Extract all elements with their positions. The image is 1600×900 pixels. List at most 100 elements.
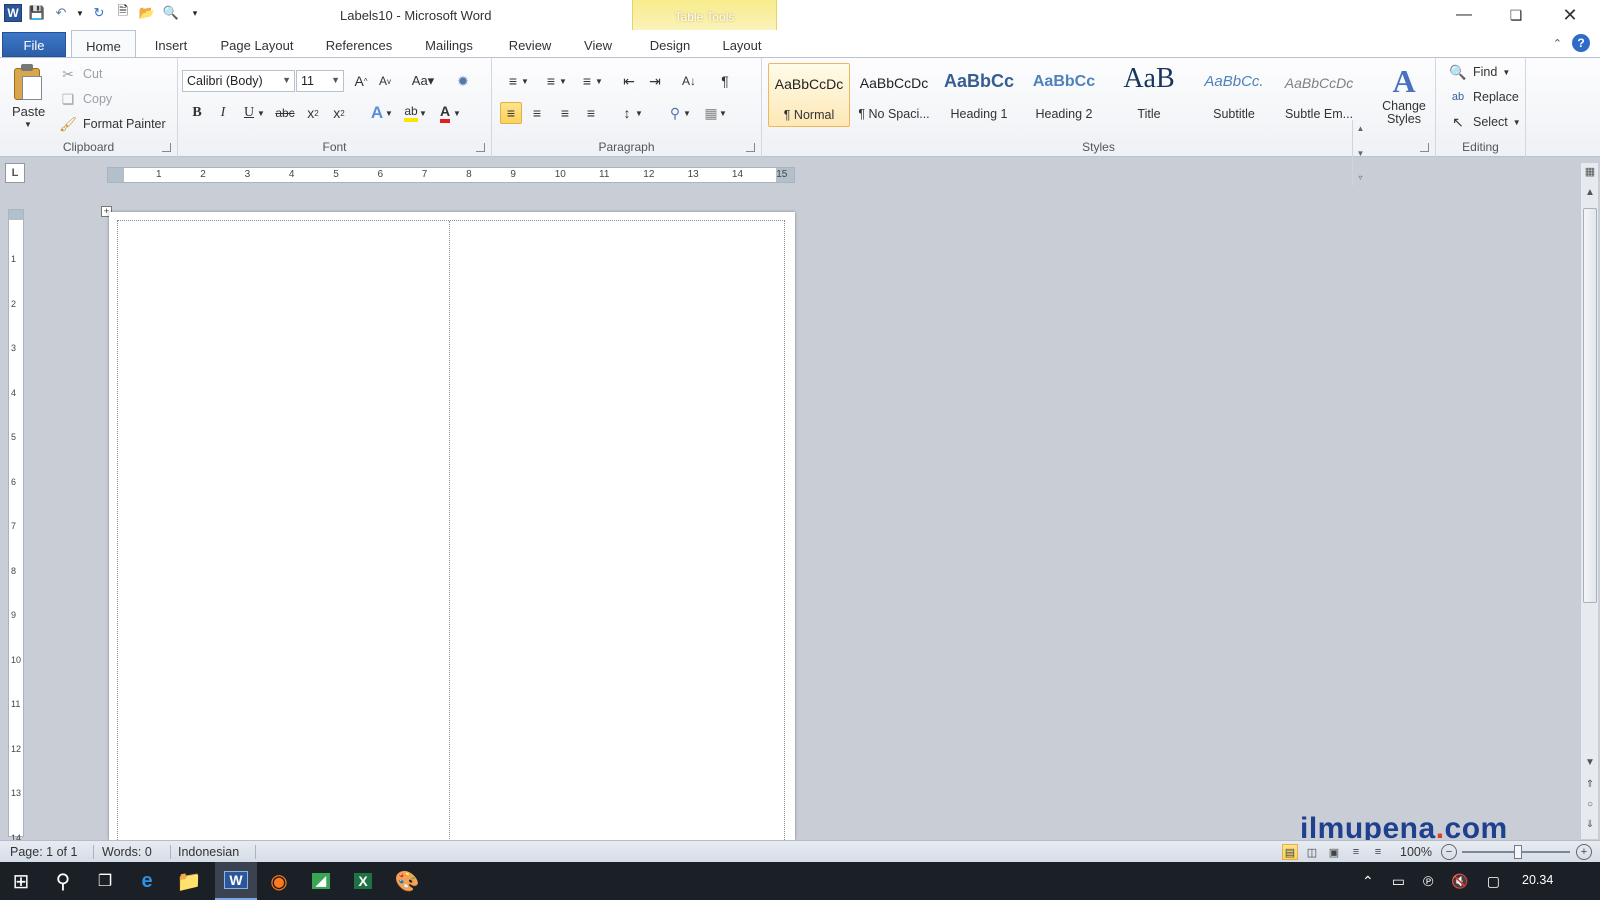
minimize-ribbon-icon[interactable]: ⌃ [1553,37,1562,50]
style-gallery-scroll[interactable]: ▲ ▼ ▿ [1352,120,1368,186]
numbering-dropdown-icon[interactable]: ▼ [558,70,568,92]
text-effects-dropdown-icon[interactable]: ▼ [384,102,394,124]
minimize-button[interactable]: — [1438,0,1490,30]
clipboard-launcher-icon[interactable] [162,143,171,152]
vertical-ruler[interactable]: 1 2 3 4 5 6 7 8 9 10 11 12 13 14 [8,209,24,843]
select-browse-object-icon[interactable]: ○ [1583,799,1597,813]
tab-mailings[interactable]: Mailings [418,35,480,57]
cut-button[interactable]: ✂ Cut [58,64,102,84]
undo-icon[interactable]: ↶ [52,4,70,22]
change-case-icon[interactable]: Aa▾ [408,70,438,92]
restore-button[interactable]: ❏ [1490,0,1542,30]
network-icon[interactable]: ℗ [1423,873,1433,889]
horizontal-ruler[interactable]: 1 2 3 4 5 6 7 8 9 10 11 12 13 14 15 [107,167,795,183]
next-page-icon[interactable]: ⇓ [1583,819,1597,833]
change-styles-button[interactable]: A Change Styles [1376,64,1432,126]
decrease-indent-icon[interactable]: ⇤ [618,70,640,92]
replace-button[interactable]: ab Replace [1448,87,1519,107]
grow-font-icon[interactable]: A ^ [350,70,372,92]
save-icon[interactable]: 💾 [28,4,46,22]
increase-indent-icon[interactable]: ⇥ [644,70,666,92]
superscript-icon[interactable]: x2 [328,102,350,124]
full-screen-reading-icon[interactable]: ◫ [1304,844,1320,860]
italic-icon[interactable]: I [212,102,234,124]
format-painter-button[interactable]: 🖌 Format Painter [58,114,166,134]
tab-review[interactable]: Review [504,35,556,57]
edge-browser-icon[interactable]: e [126,862,168,900]
scroll-up-icon[interactable]: ▲ [1357,124,1365,133]
open-folder-icon[interactable]: 📂 [138,4,156,22]
find-button[interactable]: 🔍 Find ▼ [1448,62,1510,82]
zoom-level[interactable]: 100% [1400,845,1432,859]
zoom-in-icon[interactable]: + [1576,844,1592,860]
multilevel-dropdown-icon[interactable]: ▼ [594,70,604,92]
justify-icon[interactable]: ≡ [580,102,602,124]
show-formatting-icon[interactable]: ¶ [714,70,736,92]
windows-start-icon[interactable]: ⊞ [0,862,42,900]
publisher-icon[interactable]: ◢ [300,862,342,900]
tab-layout[interactable]: Layout [716,35,768,57]
tab-page-layout[interactable]: Page Layout [214,35,300,57]
customize-qat-icon[interactable]: ▾ [186,4,204,22]
sort-icon[interactable]: A↓ [678,70,700,92]
tab-insert[interactable]: Insert [148,35,194,57]
print-layout-icon[interactable]: ▤ [1282,844,1298,860]
paste-dropdown-icon[interactable]: ▼ [24,120,32,129]
underline-dropdown-icon[interactable]: ▼ [256,102,266,124]
paragraph-launcher-icon[interactable] [746,143,755,152]
firefox-icon[interactable]: ◉ [258,862,300,900]
show-hidden-icons-icon[interactable]: ⌃ [1362,873,1374,890]
style-normal[interactable]: AaBbCcDc ¶ Normal [768,63,850,127]
task-view-icon[interactable]: ❐ [84,862,126,900]
web-layout-icon[interactable]: ▣ [1326,844,1342,860]
style-title[interactable]: AaB Title [1108,63,1190,127]
word-taskbar-icon[interactable]: W [215,862,257,900]
outline-view-icon[interactable]: ≡ [1348,844,1364,860]
file-explorer-icon[interactable]: 📁 [168,862,210,900]
bullets-dropdown-icon[interactable]: ▼ [520,70,530,92]
shading-dropdown-icon[interactable]: ▼ [682,102,692,124]
word-count[interactable]: Words: 0 [102,845,152,859]
strikethrough-icon[interactable]: abc [274,102,296,124]
tab-selector-icon[interactable]: L [5,163,25,183]
style-heading-1[interactable]: AaBbCc Heading 1 [938,63,1020,127]
font-name-select[interactable]: Calibri (Body) ▼ [182,70,295,92]
language-indicator[interactable]: Indonesian [178,845,239,859]
tab-design[interactable]: Design [642,35,698,57]
tab-home[interactable]: Home [71,30,136,58]
style-subtitle[interactable]: AaBbCc. Subtitle [1193,63,1275,127]
undo-dropdown-icon[interactable]: ▼ [76,4,84,22]
paste-icon[interactable] [12,64,46,102]
clear-formatting-icon[interactable]: ✹ [452,70,474,92]
tab-view[interactable]: View [578,35,618,57]
font-launcher-icon[interactable] [476,143,485,152]
font-size-select[interactable]: 11 ▼ [296,70,344,92]
scroll-down-icon[interactable]: ▼ [1583,757,1597,771]
copy-button[interactable]: ❏ Copy [58,89,112,109]
action-center-icon[interactable]: ▢ [1487,873,1500,890]
style-no-spacing[interactable]: AaBbCcDc ¶ No Spaci... [853,63,935,127]
redo-icon[interactable]: ↻ [90,4,108,22]
zoom-out-icon[interactable]: − [1441,844,1457,860]
paint-icon[interactable]: 🎨 [386,862,428,900]
scrollbar-thumb[interactable] [1583,208,1597,603]
scroll-down-icon[interactable]: ▼ [1357,149,1365,158]
style-subtle-emphasis[interactable]: AaBbCcDc Subtle Em... [1278,63,1360,127]
scroll-up-icon[interactable]: ▲ [1583,187,1597,201]
subscript-icon[interactable]: x2 [302,102,324,124]
volume-muted-icon[interactable]: 🔇 [1451,873,1468,890]
shrink-font-icon[interactable]: Av [374,70,396,92]
highlight-dropdown-icon[interactable]: ▼ [418,102,428,124]
search-icon[interactable]: ⚲ [42,862,84,900]
align-left-icon[interactable]: ≡ [500,102,522,124]
document-page[interactable] [109,212,795,861]
print-preview-icon[interactable]: 🔍 [162,4,180,22]
vertical-scrollbar[interactable]: ▦ ▲ ▼ ⇑ ○ ⇓ [1580,163,1598,839]
more-styles-icon[interactable]: ▿ [1358,173,1362,182]
tab-file[interactable]: File [2,32,66,57]
line-spacing-dropdown-icon[interactable]: ▼ [634,102,644,124]
borders-dropdown-icon[interactable]: ▼ [718,102,728,124]
battery-icon[interactable]: ▭ [1392,873,1405,890]
word-logo-icon[interactable]: W [4,4,22,22]
label-table[interactable] [117,220,785,861]
